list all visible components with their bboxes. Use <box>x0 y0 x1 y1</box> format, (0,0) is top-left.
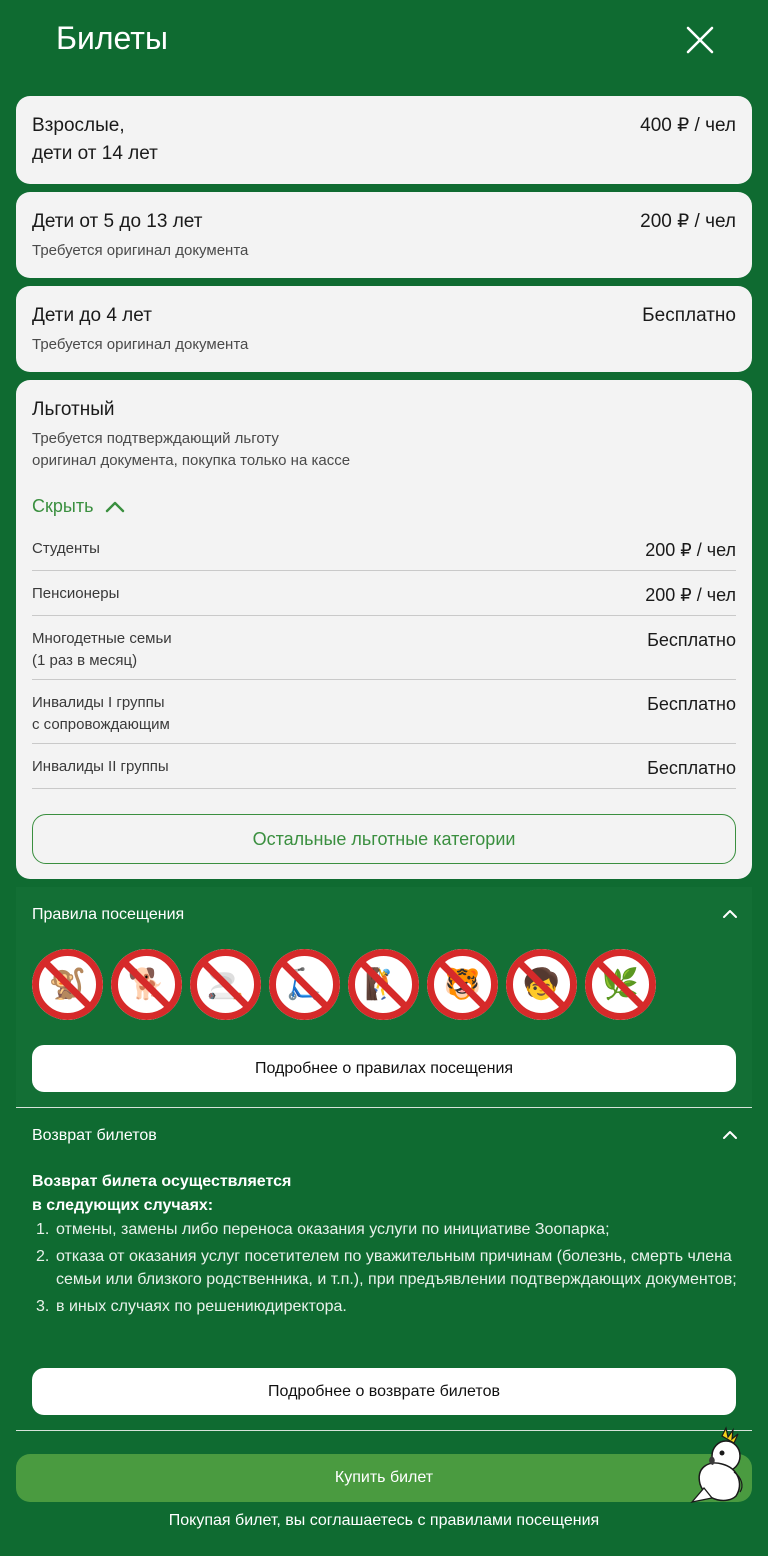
visit-rules-section: Правила посещения 🐒 🐕 🚬 🛴 🧗 🐯 🧒 🌿 Подроб… <box>16 887 752 1107</box>
benefit-row: Инвалиды II группы Бесплатно <box>32 756 736 789</box>
no-touching-cages-icon: 🧒 <box>506 949 577 1020</box>
agreement-text: Покупая билет, вы соглашаетесь с правила… <box>168 1512 600 1529</box>
benefit-price: Бесплатно <box>647 694 736 714</box>
other-benefit-categories-button[interactable]: Остальные льготные категории <box>32 814 736 864</box>
refund-title: Возврат билетов <box>32 1127 157 1144</box>
chevron-up-icon <box>106 501 125 512</box>
chevron-up-icon[interactable] <box>722 1130 738 1140</box>
refund-section: Возврат билетов Возврат билета осуществл… <box>16 1108 752 1430</box>
benefit-row: Инвалиды I группы с сопровождающим Беспл… <box>32 692 736 744</box>
benefit-price: Бесплатно <box>647 630 736 650</box>
ticket-note: Требуется оригинал документа <box>32 242 249 259</box>
list-item: 2. отказа от оказания услуг посетителем п… <box>36 1248 737 1288</box>
ticket-title: Дети от 5 до 13 лет <box>32 211 203 232</box>
ticket-title: Льготный <box>32 399 115 420</box>
no-teasing-animals-icon: 🐯 <box>427 949 498 1020</box>
list-item: 3. в иных случаях по решениюдиректора. <box>36 1298 347 1315</box>
ticket-card-children-5-13: Дети от 5 до 13 лет 200 ₽ / чел Требуетс… <box>16 192 752 278</box>
ticket-card-adults: Взрослые, дети от 14 лет 400 ₽ / чел <box>16 96 752 184</box>
visit-rules-more-button[interactable]: Подробнее о правилах посещения <box>32 1045 736 1092</box>
ticket-card-benefit: Льготный Требуется подтверждающий льготу… <box>16 380 752 879</box>
benefit-price: 200 ₽ / чел <box>645 540 736 560</box>
cockatoo-mascot-icon <box>690 1426 743 1504</box>
benefit-row: Пенсионеры 200 ₽ / чел <box>32 583 736 616</box>
benefit-price: 200 ₽ / чел <box>645 585 736 605</box>
no-smoking-icon: 🚬 <box>190 949 261 1020</box>
benefit-name: Пенсионеры <box>32 585 120 602</box>
benefit-name: Многодетные семьи (1 раз в месяц) <box>32 630 172 669</box>
no-feeding-monkey-icon: 🐒 <box>32 949 103 1020</box>
rule-icons: 🐒 🐕 🚬 🛴 🧗 🐯 🧒 🌿 <box>32 949 656 1020</box>
buy-ticket-button[interactable]: Купить билет <box>16 1454 752 1502</box>
benefit-name: Инвалиды I группы с сопровождающим <box>32 694 170 733</box>
visit-rules-title: Правила посещения <box>32 906 185 923</box>
refund-more-button[interactable]: Подробнее о возврате билетов <box>32 1368 736 1415</box>
ticket-price: 200 ₽ / чел <box>640 211 736 232</box>
refund-list: 1. отмены, замены либо переноса оказания … <box>32 1218 744 1322</box>
benefit-name: Студенты <box>32 540 100 557</box>
ticket-title: Дети до 4 лет <box>32 305 152 326</box>
ticket-price: Бесплатно <box>642 305 736 326</box>
benefit-name: Инвалиды II группы <box>32 758 169 775</box>
no-scooters-icon: 🛴 <box>269 949 340 1020</box>
header: Билеты <box>0 0 768 84</box>
refund-item-text: отмены, замены либо переноса оказания ус… <box>56 1221 610 1238</box>
ticket-card-children-under-4: Дети до 4 лет Бесплатно Требуется оригин… <box>16 286 752 372</box>
no-pets-icon: 🐕 <box>111 949 182 1020</box>
benefit-row: Многодетные семьи (1 раз в месяц) Беспла… <box>32 628 736 680</box>
chevron-up-icon[interactable] <box>722 909 738 919</box>
benefit-row: Студенты 200 ₽ / чел <box>32 538 736 571</box>
benefit-price: Бесплатно <box>647 758 736 778</box>
refund-item-text: в иных случаях по решениюдиректора. <box>56 1298 347 1315</box>
refund-lead: Возврат билета осуществляется в следующи… <box>32 1173 292 1214</box>
close-icon[interactable] <box>682 22 718 58</box>
hide-toggle[interactable]: Скрыть <box>32 496 125 517</box>
ticket-price: 400 ₽ / чел <box>640 115 736 136</box>
ticket-note: Требуется подтверждающий льготу оригинал… <box>32 430 351 469</box>
page-title: Билеты <box>56 20 168 56</box>
hide-label: Скрыть <box>32 496 94 516</box>
refund-item-text: отказа от оказания услуг посетителем по … <box>56 1248 737 1288</box>
divider <box>16 1430 752 1431</box>
no-picking-plants-icon: 🌿 <box>585 949 656 1020</box>
no-climbing-fence-icon: 🧗 <box>348 949 419 1020</box>
ticket-note: Требуется оригинал документа <box>32 336 249 353</box>
list-item: 1. отмены, замены либо переноса оказания … <box>36 1221 610 1238</box>
ticket-title: Взрослые, дети от 14 лет <box>32 115 158 164</box>
